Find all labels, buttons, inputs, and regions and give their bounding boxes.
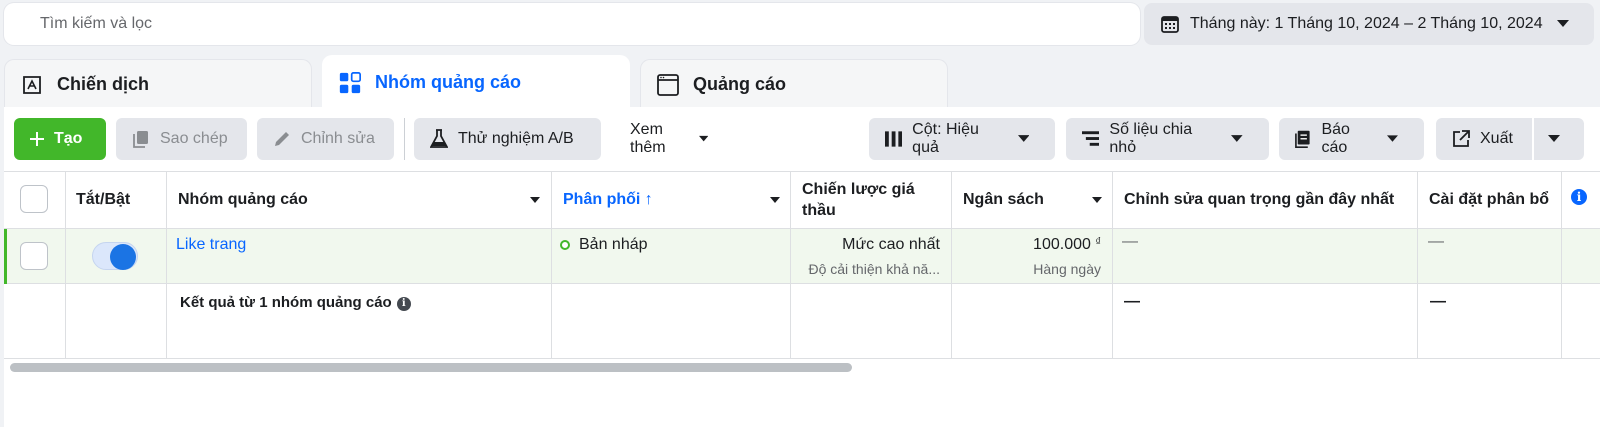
date-range-label: Tháng này: 1 Tháng 10, 2024 – 2 Tháng 10… [1190,15,1543,32]
grid-icon [339,71,361,94]
caret-down-icon[interactable] [530,197,540,204]
header-last-edit[interactable]: Chỉnh sửa quan trọng gần đây nhất [1124,189,1394,210]
tab-adsets[interactable]: Nhóm quảng cáo [322,55,630,109]
tab-campaigns[interactable]: Chiến dịch [4,59,312,109]
campaign-icon [21,74,43,96]
columns-label: Cột: Hiệu quả [912,121,979,156]
toggle-knob [110,244,136,270]
header-adset[interactable]: Nhóm quảng cáo [178,189,308,210]
reports-label: Báo cáo [1321,121,1350,156]
bid-strategy-sub: Độ cải thiện khả nă... [808,261,940,277]
date-range-picker[interactable]: Tháng này: 1 Tháng 10, 2024 – 2 Tháng 10… [1144,3,1594,45]
bid-strategy-value: Mức cao nhất [842,236,940,253]
column-divider [1417,171,1418,359]
summary-attribution: — [1430,293,1446,310]
last-edit-value: — [1122,233,1138,250]
caret-down-icon [698,135,708,142]
duplicate-button[interactable]: Sao chép [116,118,247,160]
tab-label: Chiến dịch [57,74,150,94]
header-toggle[interactable]: Tắt/Bật [76,189,130,210]
toolbar-divider [404,118,405,160]
row-selected-indicator [4,229,7,284]
export-label: Xuất [1480,130,1513,147]
caret-down-icon [1231,135,1243,142]
columns-button[interactable]: Cột: Hiệu quả [869,118,1055,160]
info-icon[interactable]: i [1571,189,1587,205]
create-label: Tạo [54,130,83,147]
search-placeholder: Tìm kiếm và lọc [40,15,153,32]
export-dropdown-button[interactable] [1534,118,1584,160]
tab-label: Nhóm quảng cáo [375,72,522,92]
adset-toggle[interactable] [92,242,138,270]
status-dot-icon [560,240,570,250]
tab-label: Quảng cáo [693,74,787,94]
breakdown-button[interactable]: Số liệu chia nhỏ [1066,118,1269,160]
edit-label: Chỉnh sửa [301,130,375,147]
ab-test-button[interactable]: Thử nghiệm A/B [414,118,601,160]
see-more-label: Xem thêm [630,121,666,156]
column-divider [1561,171,1562,359]
reports-button[interactable]: Báo cáo [1279,118,1424,160]
budget-amount: 100.000 [1033,236,1091,253]
ad-window-icon [657,73,679,96]
header-attribution[interactable]: Cài đặt phân bổ [1429,189,1549,210]
summary-last-edit: — [1124,293,1140,310]
delivery-status: Bản nháp [579,236,648,253]
header-delivery[interactable]: Phân phối ↑ [563,189,653,210]
plus-icon [30,132,44,146]
edit-button[interactable]: Chỉnh sửa [257,118,394,160]
budget-value[interactable]: 100.000 ₫ [951,236,1101,254]
row-checkbox[interactable] [20,242,48,270]
caret-down-icon [1017,135,1029,142]
attribution-value: — [1428,233,1444,250]
export-button[interactable]: Xuất [1436,118,1532,160]
columns-icon [885,131,903,147]
create-button[interactable]: Tạo [14,118,106,160]
header-bid-strategy[interactable]: Chiến lược giá thầu [802,179,942,221]
ab-test-label: Thử nghiệm A/B [458,130,574,147]
adset-name-link[interactable]: Like trang [176,236,246,254]
breakdown-icon [1082,131,1100,146]
calendar-icon [1161,16,1179,33]
caret-down-icon [1548,135,1560,142]
caret-down-icon[interactable] [770,197,780,204]
caret-down-icon [1387,135,1398,142]
report-icon [1295,130,1310,148]
flask-icon [430,129,448,148]
search-input[interactable]: Tìm kiếm và lọc [4,3,1140,45]
column-divider [65,171,66,359]
info-icon[interactable]: i [396,296,411,311]
select-all-checkbox[interactable] [20,185,48,213]
caret-down-icon [1556,20,1569,27]
pencil-icon [275,132,289,146]
duplicate-label: Sao chép [160,130,228,147]
column-divider [551,171,552,359]
breakdown-label: Số liệu chia nhỏ [1109,121,1193,156]
caret-down-icon[interactable] [1092,197,1102,204]
horizontal-scrollbar[interactable] [10,363,852,372]
duplicate-icon [133,131,148,148]
see-more-button[interactable]: Xem thêm [614,118,734,160]
currency-symbol: ₫ [1095,236,1101,248]
summary-text: Kết quả từ 1 nhóm quảng cáo [180,294,392,311]
column-divider [1112,171,1113,359]
column-divider [166,171,167,359]
budget-period: Hàng ngày [1033,261,1101,277]
export-icon [1453,130,1470,147]
header-budget[interactable]: Ngân sách [963,189,1044,210]
summary-label: Kết quả từ 1 nhóm quảng cáo i [180,294,411,311]
tab-ads[interactable]: Quảng cáo [640,59,948,109]
column-divider [790,171,791,359]
